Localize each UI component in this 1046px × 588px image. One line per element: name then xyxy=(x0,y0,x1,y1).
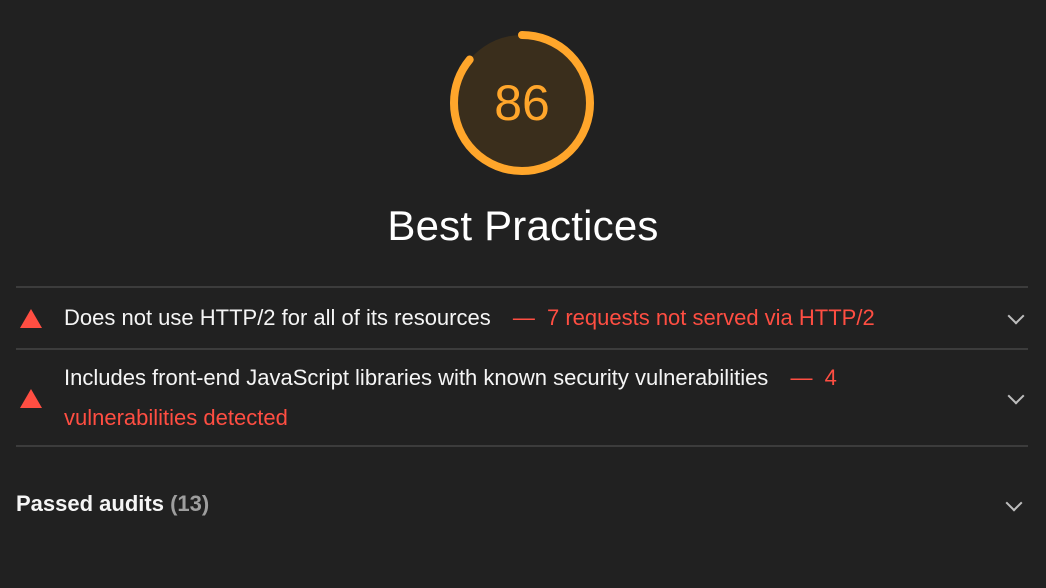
audit-text: Does not use HTTP/2 for all of its resou… xyxy=(64,298,964,338)
chevron-down-icon[interactable] xyxy=(1007,307,1025,325)
category-title: Best Practices xyxy=(387,202,659,249)
audit-item-http2[interactable]: Does not use HTTP/2 for all of its resou… xyxy=(16,288,1028,348)
fail-triangle-icon xyxy=(20,309,42,328)
gauge-score: 86 xyxy=(494,75,550,131)
audit-display-value: 7 requests not served via HTTP/2 xyxy=(546,305,875,330)
audit-item-js-libraries[interactable]: Includes front-end JavaScript libraries … xyxy=(16,350,1028,446)
audit-separator: — xyxy=(512,305,535,330)
gauge: 86 xyxy=(448,29,596,177)
audit-title: Includes front-end JavaScript libraries … xyxy=(64,365,769,390)
audit-display-value-continued: vulnerabilities detected xyxy=(64,405,288,430)
audit-display-value: 4 xyxy=(824,365,837,390)
audit-text: Includes front-end JavaScript libraries … xyxy=(64,358,964,438)
chevron-down-icon[interactable] xyxy=(1005,494,1023,512)
audit-separator: — xyxy=(790,365,813,390)
passed-audits-label: Passed audits xyxy=(16,491,164,516)
chevron-down-icon[interactable] xyxy=(1007,387,1025,405)
fail-triangle-icon xyxy=(20,389,42,408)
passed-audits-count: (13) xyxy=(170,491,210,516)
audit-title: Does not use HTTP/2 for all of its resou… xyxy=(64,305,491,330)
divider xyxy=(16,445,1028,447)
passed-audits-toggle[interactable]: Passed audits (13) xyxy=(16,488,209,520)
